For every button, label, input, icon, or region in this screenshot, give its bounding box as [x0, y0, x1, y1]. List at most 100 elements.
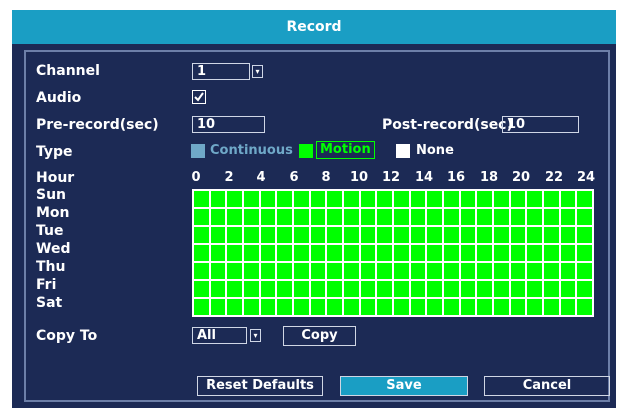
schedule-cell[interactable]	[194, 281, 209, 297]
schedule-cell[interactable]	[494, 209, 509, 225]
schedule-cell[interactable]	[360, 227, 376, 243]
cancel-button[interactable]: Cancel	[484, 376, 610, 396]
schedule-cell[interactable]	[494, 227, 509, 243]
schedule-cell[interactable]	[427, 299, 442, 315]
schedule-cell[interactable]	[210, 227, 226, 243]
channel-dropdown-arrow[interactable]: ▾	[252, 65, 263, 78]
schedule-cell[interactable]	[360, 263, 376, 279]
schedule-cell[interactable]	[260, 245, 276, 261]
schedule-cell[interactable]	[577, 263, 592, 279]
schedule-cell[interactable]	[294, 191, 309, 207]
continuous-swatch[interactable]	[191, 144, 205, 158]
type-motion-label[interactable]: Motion	[316, 141, 375, 159]
schedule-cell[interactable]	[494, 191, 509, 207]
schedule-cell[interactable]	[210, 281, 226, 297]
schedule-cell[interactable]	[527, 209, 542, 225]
schedule-cell[interactable]	[394, 209, 409, 225]
schedule-cell[interactable]	[344, 263, 359, 279]
schedule-cell[interactable]	[260, 209, 276, 225]
schedule-cell[interactable]	[560, 191, 576, 207]
schedule-cell[interactable]	[210, 191, 226, 207]
schedule-cell[interactable]	[510, 299, 526, 315]
schedule-cell[interactable]	[560, 245, 576, 261]
schedule-cell[interactable]	[210, 263, 226, 279]
schedule-cell[interactable]	[194, 299, 209, 315]
schedule-cell[interactable]	[510, 227, 526, 243]
schedule-cell[interactable]	[410, 191, 426, 207]
schedule-cell[interactable]	[510, 263, 526, 279]
save-button[interactable]: Save	[340, 376, 468, 396]
schedule-cell[interactable]	[194, 191, 209, 207]
schedule-cell[interactable]	[327, 245, 342, 261]
schedule-grid[interactable]	[192, 189, 594, 317]
schedule-cell[interactable]	[244, 263, 259, 279]
schedule-cell[interactable]	[310, 245, 326, 261]
schedule-cell[interactable]	[560, 281, 576, 297]
schedule-cell[interactable]	[394, 299, 409, 315]
schedule-cell[interactable]	[577, 227, 592, 243]
schedule-cell[interactable]	[244, 191, 259, 207]
reset-defaults-button[interactable]: Reset Defaults	[197, 376, 323, 396]
schedule-cell[interactable]	[344, 191, 359, 207]
schedule-cell[interactable]	[544, 299, 559, 315]
schedule-cell[interactable]	[377, 299, 392, 315]
schedule-cell[interactable]	[394, 245, 409, 261]
schedule-cell[interactable]	[494, 281, 509, 297]
schedule-cell[interactable]	[560, 227, 576, 243]
schedule-cell[interactable]	[210, 245, 226, 261]
schedule-cell[interactable]	[377, 263, 392, 279]
schedule-cell[interactable]	[544, 227, 559, 243]
schedule-cell[interactable]	[577, 281, 592, 297]
schedule-cell[interactable]	[260, 227, 276, 243]
schedule-cell[interactable]	[277, 191, 292, 207]
schedule-cell[interactable]	[294, 227, 309, 243]
schedule-cell[interactable]	[510, 209, 526, 225]
schedule-cell[interactable]	[360, 281, 376, 297]
none-swatch[interactable]	[396, 144, 410, 158]
motion-swatch[interactable]	[299, 144, 313, 158]
type-continuous-label[interactable]: Continuous	[210, 143, 293, 158]
schedule-cell[interactable]	[494, 299, 509, 315]
schedule-cell[interactable]	[294, 299, 309, 315]
schedule-cell[interactable]	[427, 281, 442, 297]
schedule-cell[interactable]	[360, 299, 376, 315]
schedule-cell[interactable]	[377, 281, 392, 297]
schedule-cell[interactable]	[444, 263, 459, 279]
schedule-cell[interactable]	[227, 227, 242, 243]
schedule-cell[interactable]	[260, 281, 276, 297]
schedule-cell[interactable]	[410, 299, 426, 315]
schedule-cell[interactable]	[394, 281, 409, 297]
schedule-cell[interactable]	[210, 299, 226, 315]
schedule-cell[interactable]	[577, 245, 592, 261]
schedule-cell[interactable]	[194, 209, 209, 225]
schedule-cell[interactable]	[277, 209, 292, 225]
schedule-cell[interactable]	[410, 245, 426, 261]
schedule-cell[interactable]	[444, 299, 459, 315]
schedule-cell[interactable]	[460, 209, 476, 225]
channel-select[interactable]: 1	[192, 63, 250, 80]
schedule-cell[interactable]	[194, 263, 209, 279]
schedule-cell[interactable]	[210, 209, 226, 225]
schedule-cell[interactable]	[560, 263, 576, 279]
schedule-cell[interactable]	[460, 245, 476, 261]
schedule-cell[interactable]	[227, 191, 242, 207]
copy-to-dropdown-arrow[interactable]: ▾	[250, 329, 261, 342]
schedule-cell[interactable]	[294, 263, 309, 279]
schedule-cell[interactable]	[194, 227, 209, 243]
schedule-cell[interactable]	[527, 245, 542, 261]
schedule-cell[interactable]	[494, 245, 509, 261]
schedule-cell[interactable]	[344, 281, 359, 297]
schedule-cell[interactable]	[277, 299, 292, 315]
schedule-cell[interactable]	[394, 227, 409, 243]
schedule-cell[interactable]	[427, 191, 442, 207]
schedule-cell[interactable]	[327, 281, 342, 297]
schedule-cell[interactable]	[310, 191, 326, 207]
schedule-cell[interactable]	[477, 209, 492, 225]
schedule-cell[interactable]	[227, 281, 242, 297]
schedule-cell[interactable]	[294, 245, 309, 261]
schedule-cell[interactable]	[444, 281, 459, 297]
schedule-cell[interactable]	[427, 227, 442, 243]
schedule-cell[interactable]	[327, 263, 342, 279]
schedule-cell[interactable]	[227, 263, 242, 279]
pre-record-input[interactable]: 10	[192, 116, 265, 133]
